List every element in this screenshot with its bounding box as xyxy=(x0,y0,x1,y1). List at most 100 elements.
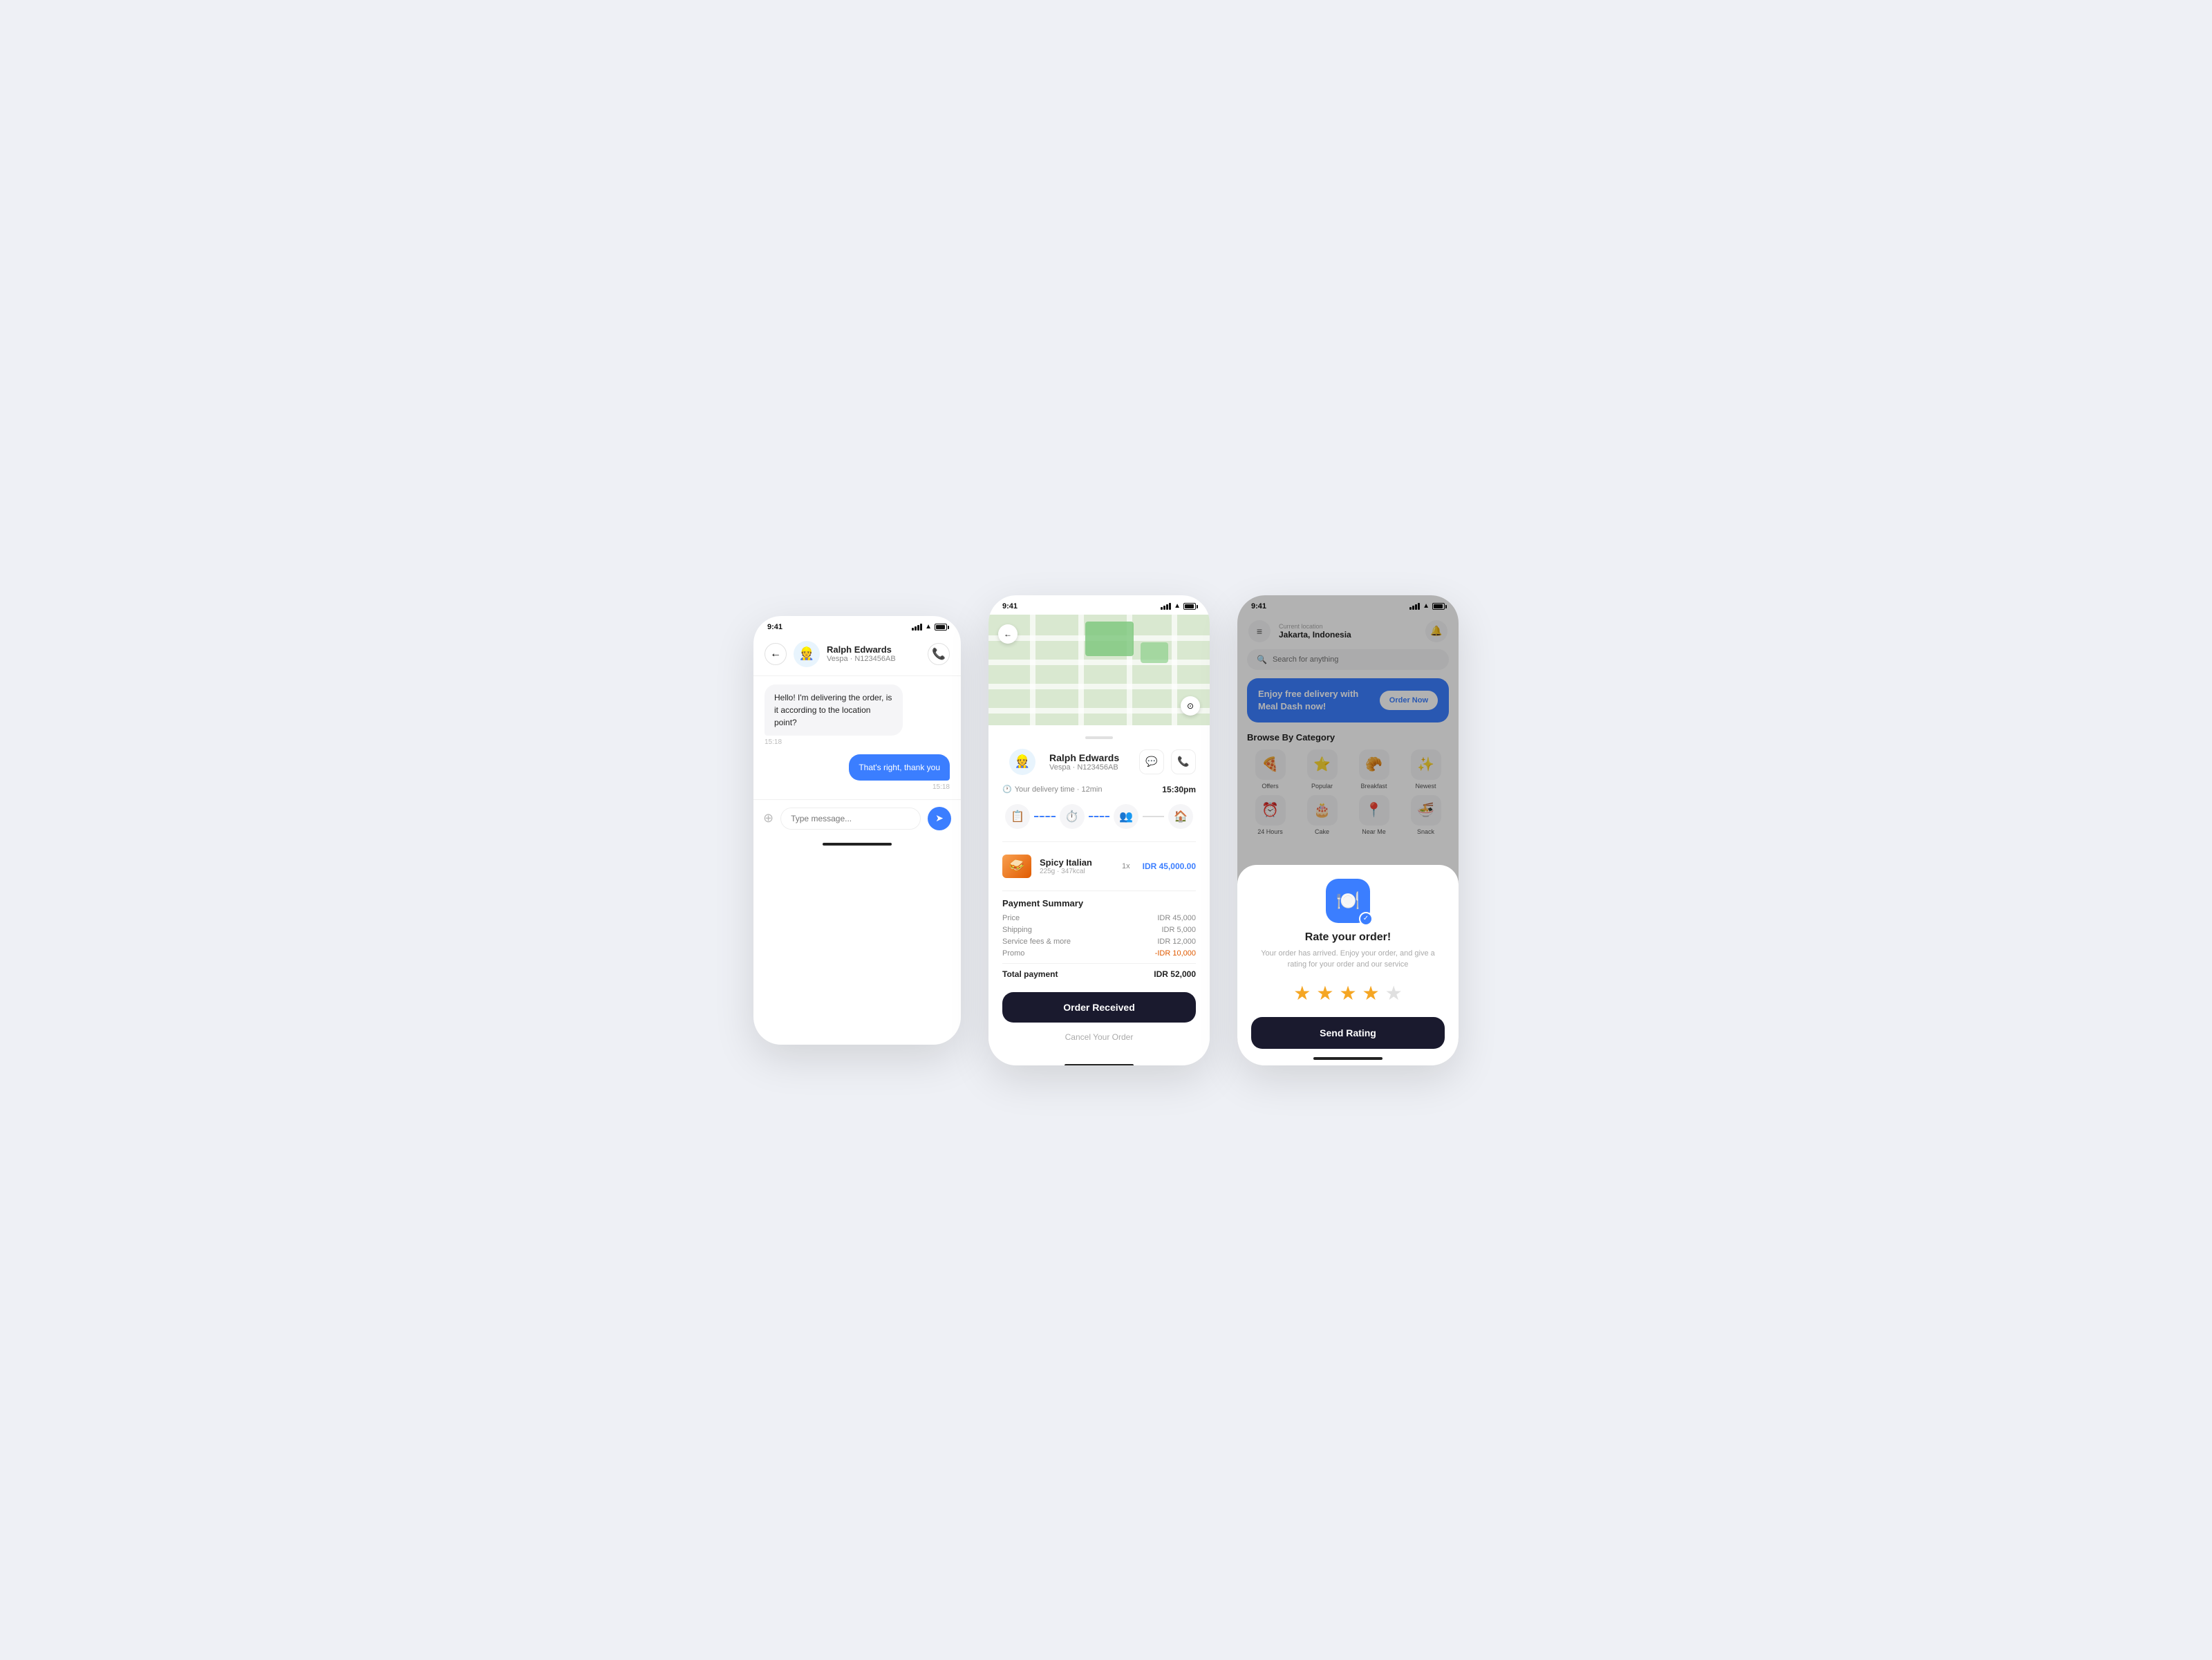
signal-icon xyxy=(912,624,922,631)
order-item-row: 🥪 Spicy Italian 225g · 347kcal 1x IDR 45… xyxy=(1002,849,1196,884)
message-time-incoming: 15:18 xyxy=(765,738,782,746)
step-line-1 xyxy=(1034,816,1056,817)
step-1-icon: 📋 xyxy=(1005,804,1030,829)
stars-row: ★ ★ ★ ★ ★ xyxy=(1251,982,1445,1005)
payment-row-service: Service fees & more IDR 12,000 xyxy=(1002,938,1196,946)
status-icons-1: ▲ xyxy=(912,623,947,631)
home-indicator-2 xyxy=(1065,1064,1134,1065)
payment-row-total: Total payment IDR 52,000 xyxy=(1002,969,1196,979)
scene: 9:41 ▲ ← 👷 Ralph Edwards Vespa · N123456… xyxy=(691,554,1521,1107)
total-value: IDR 52,000 xyxy=(1154,969,1196,979)
divider-total xyxy=(1002,963,1196,964)
shipping-value: IDR 5,000 xyxy=(1161,926,1196,934)
map-compass[interactable]: ⊙ xyxy=(1181,696,1200,716)
message-incoming: Hello! I'm delivering the order, is it a… xyxy=(765,684,950,746)
delivery-time-label: Your delivery time · 12min xyxy=(1015,785,1103,794)
status-time-1: 9:41 xyxy=(767,623,782,631)
chat-messages: Hello! I'm delivering the order, is it a… xyxy=(753,676,961,799)
rating-description: Your order has arrived. Enjoy your order… xyxy=(1251,948,1445,971)
chat-action-button[interactable]: 💬 xyxy=(1139,749,1164,774)
payment-row-price: Price IDR 45,000 xyxy=(1002,914,1196,922)
call-icon: 📞 xyxy=(932,647,946,661)
status-icons-2: ▲ xyxy=(1161,602,1196,610)
home-bar-3 xyxy=(1237,1052,1459,1065)
star-3[interactable]: ★ xyxy=(1339,982,1356,1005)
status-time-2: 9:41 xyxy=(1002,602,1018,610)
cancel-order-button[interactable]: Cancel Your Order xyxy=(1002,1027,1196,1047)
status-bar-2: 9:41 ▲ xyxy=(988,595,1210,615)
delivery-end-time: 15:30pm xyxy=(1162,785,1196,794)
driver-avatar: 👷 xyxy=(794,641,820,667)
home-bar-2 xyxy=(988,1059,1210,1065)
star-2[interactable]: ★ xyxy=(1316,982,1333,1005)
order-item-price: IDR 45,000.00 xyxy=(1143,861,1196,871)
back-button[interactable]: ← xyxy=(765,643,787,665)
rating-modal-icon: 🍽️ ✓ xyxy=(1251,879,1445,923)
message-outgoing: That's right, thank you 15:18 xyxy=(765,754,950,791)
attach-icon[interactable]: ⊕ xyxy=(763,811,774,826)
promo-value: -IDR 10,000 xyxy=(1155,949,1196,958)
price-value: IDR 45,000 xyxy=(1157,914,1196,922)
map-back-button[interactable]: ← xyxy=(998,624,1018,644)
back-arrow-icon: ← xyxy=(770,648,781,660)
step-3-icon: 👥 xyxy=(1114,804,1138,829)
order-received-button[interactable]: Order Received xyxy=(1002,992,1196,1023)
wifi-icon: ▲ xyxy=(925,623,932,631)
delivery-time-badge: 🕐 Your delivery time · 12min xyxy=(1002,785,1102,794)
order-driver-name: Ralph Edwards xyxy=(1049,752,1139,763)
signal-icon-2 xyxy=(1161,603,1171,610)
divider-2 xyxy=(1002,890,1196,891)
send-icon: ➤ xyxy=(935,812,944,824)
step-4-icon: 🏠 xyxy=(1168,804,1193,829)
clock-icon: 🕐 xyxy=(1002,785,1012,794)
send-rating-button[interactable]: Send Rating xyxy=(1251,1017,1445,1049)
order-driver-info: Ralph Edwards Vespa · N123456AB xyxy=(1049,752,1139,772)
star-1[interactable]: ★ xyxy=(1293,982,1311,1005)
promo-label: Promo xyxy=(1002,949,1024,958)
check-badge-icon: ✓ xyxy=(1359,912,1373,926)
chat-header: ← 👷 Ralph Edwards Vespa · N123456AB 📞 xyxy=(753,635,961,676)
battery-icon xyxy=(935,624,947,631)
wifi-icon-2: ▲ xyxy=(1174,602,1181,610)
call-button[interactable]: 📞 xyxy=(928,643,950,665)
step-2-icon: ⏱️ xyxy=(1060,804,1085,829)
delivery-time-row: 🕐 Your delivery time · 12min 15:30pm xyxy=(1002,785,1196,794)
phone-rating: 9:41 ▲ ≡ Current location Jakarta, Indon… xyxy=(1237,595,1459,1065)
message-time-outgoing: 15:18 xyxy=(932,783,950,791)
home-indicator-3 xyxy=(1313,1057,1382,1060)
service-value: IDR 12,000 xyxy=(1157,938,1196,946)
order-actions: 💬 📞 xyxy=(1139,749,1196,774)
driver-info: Ralph Edwards Vespa · N123456AB xyxy=(827,644,928,663)
battery-icon-2 xyxy=(1183,603,1196,610)
phone-chat: 9:41 ▲ ← 👷 Ralph Edwards Vespa · N123456… xyxy=(753,616,961,1045)
message-input[interactable] xyxy=(780,808,921,830)
home-bar-1 xyxy=(753,837,961,851)
divider-1 xyxy=(1002,841,1196,842)
order-item-name: Spicy Italian xyxy=(1040,857,1114,868)
message-bubble-incoming: Hello! I'm delivering the order, is it a… xyxy=(765,684,903,736)
star-5[interactable]: ★ xyxy=(1385,982,1403,1005)
call-action-button[interactable]: 📞 xyxy=(1171,749,1196,774)
service-label: Service fees & more xyxy=(1002,938,1071,946)
progress-steps: 📋 ⏱️ 👥 🏠 xyxy=(1002,804,1196,829)
message-bubble-outgoing: That's right, thank you xyxy=(849,754,950,781)
payment-title: Payment Summary xyxy=(1002,898,1196,908)
status-bar-1: 9:41 ▲ xyxy=(753,616,961,635)
drag-handle xyxy=(1085,736,1113,739)
order-item-qty: 1x xyxy=(1122,862,1130,870)
payment-row-shipping: Shipping IDR 5,000 xyxy=(1002,926,1196,934)
food-thumbnail: 🥪 xyxy=(1002,855,1031,878)
rating-title: Rate your order! xyxy=(1251,931,1445,944)
driver-vehicle: Vespa · N123456AB xyxy=(827,655,928,663)
send-message-button[interactable]: ➤ xyxy=(928,807,951,830)
payment-summary: Payment Summary Price IDR 45,000 Shippin… xyxy=(1002,898,1196,979)
order-item-info: Spicy Italian 225g · 347kcal xyxy=(1040,857,1114,875)
step-line-3 xyxy=(1143,816,1164,817)
order-sheet: 👷 Ralph Edwards Vespa · N123456AB 💬 📞 🕐 … xyxy=(988,725,1210,1059)
rating-modal: 🍽️ ✓ Rate your order! Your order has arr… xyxy=(1237,865,1459,1065)
price-label: Price xyxy=(1002,914,1020,922)
home-indicator xyxy=(823,843,892,846)
order-item-meta: 225g · 347kcal xyxy=(1040,868,1114,875)
star-4[interactable]: ★ xyxy=(1362,982,1380,1005)
step-line-2 xyxy=(1089,816,1110,817)
